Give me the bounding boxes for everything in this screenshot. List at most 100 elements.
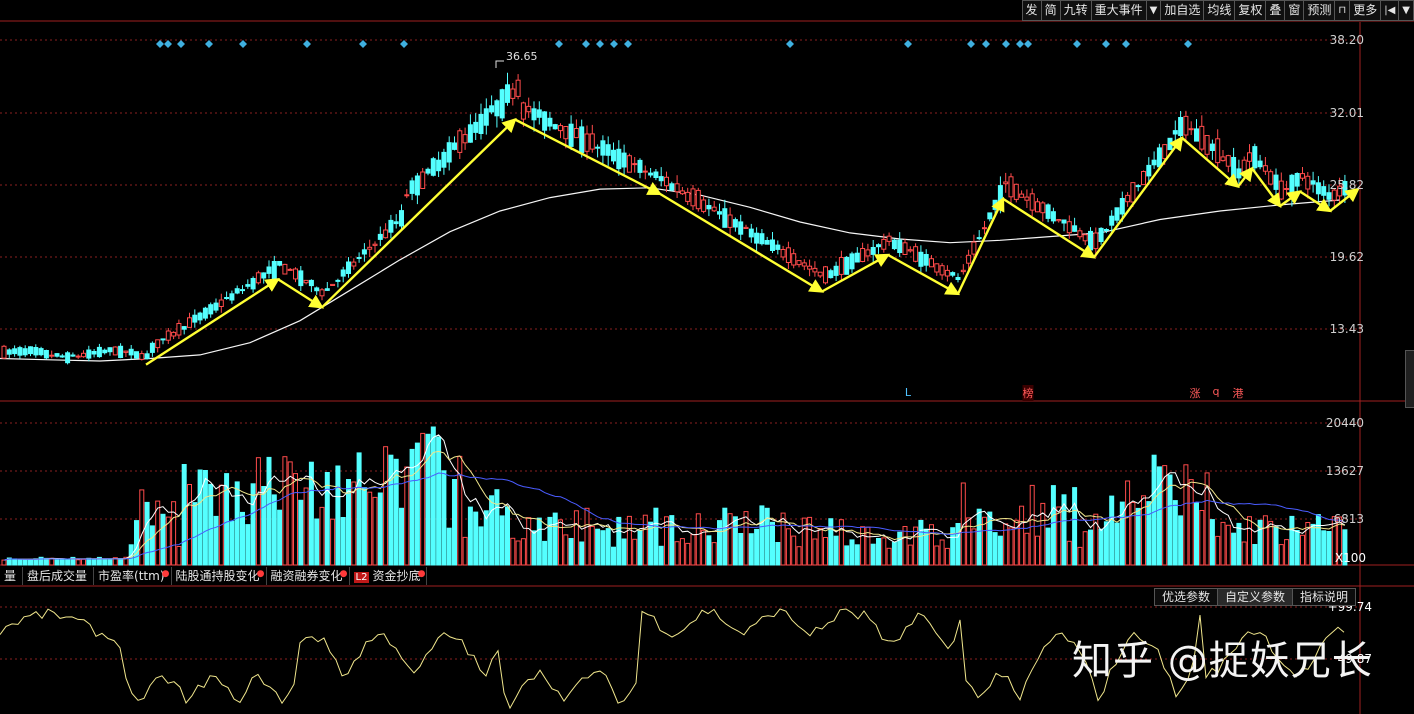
candle-body <box>229 293 235 301</box>
volume-bar <box>918 519 924 566</box>
candle-body <box>1315 182 1321 195</box>
candle-body <box>1268 171 1274 185</box>
candle-body <box>955 277 961 280</box>
vertical-scroll-handle[interactable] <box>1405 350 1414 408</box>
volume-bar <box>621 538 627 566</box>
tab-volume[interactable]: 量 <box>0 567 24 585</box>
candle-body <box>690 188 696 207</box>
volume-bar <box>748 533 754 566</box>
volume-bar <box>473 511 479 566</box>
add-watchlist-button[interactable]: 加自选 <box>1160 0 1204 21</box>
back-to-start-icon[interactable]: |◀ <box>1380 0 1399 21</box>
tab-after-hours-volume[interactable]: 盘后成交量 <box>23 567 95 585</box>
candle-body <box>579 126 585 154</box>
candle-body <box>717 211 722 215</box>
candle-body <box>881 238 887 250</box>
volume-bar <box>149 525 155 566</box>
signal-diamond-icon <box>205 40 213 48</box>
volume-bar <box>494 489 500 566</box>
volume-bar <box>1220 521 1226 566</box>
volume-bar <box>997 535 1003 566</box>
candle-body <box>754 232 760 244</box>
volume-bar <box>727 513 733 566</box>
candle-body <box>929 258 934 268</box>
volume-bar <box>934 545 940 566</box>
tab-indicator-help[interactable]: 指标说明 <box>1291 588 1356 606</box>
volume-bar <box>584 507 590 566</box>
event-marker-q[interactable]: q <box>1213 385 1220 398</box>
tab-capital-bottom[interactable]: L2 资金抄底 ● <box>350 567 428 585</box>
volume-bar <box>1156 466 1162 566</box>
moving-average-button[interactable]: 均线 <box>1203 0 1235 21</box>
candle-body <box>1008 176 1014 198</box>
candle-body <box>128 348 134 356</box>
volume-bar <box>732 516 738 566</box>
candle-body <box>1326 192 1332 200</box>
dropdown-triangle-icon[interactable]: ▼ <box>1145 0 1161 21</box>
tab-optimal-params[interactable]: 优选参数 <box>1153 588 1217 606</box>
candle-body <box>409 180 415 194</box>
event-marker-zhang[interactable]: 涨 <box>1190 385 1201 401</box>
volume-bar <box>420 432 426 566</box>
more-button[interactable]: 更多 <box>1349 0 1381 21</box>
candle-body <box>340 269 346 277</box>
candle-body <box>457 130 463 153</box>
candle-body <box>86 349 92 359</box>
volume-bar <box>992 532 998 566</box>
stock-chart <box>0 20 1414 714</box>
tab-pe-ttm[interactable]: 市盈率(ttm) ● <box>94 567 172 585</box>
window-button[interactable]: 窗 <box>1284 0 1304 21</box>
volume-axis-label: 20440 <box>1325 416 1364 430</box>
volume-bar <box>860 526 866 566</box>
candle-body <box>107 347 113 353</box>
candle-body <box>446 142 452 163</box>
signal-diamond-icon <box>786 40 794 48</box>
volume-bar <box>536 517 542 566</box>
candle-body <box>361 249 367 255</box>
volume-bar <box>192 502 198 566</box>
volume-bar <box>505 506 510 566</box>
forecast-button[interactable]: 预测 <box>1303 0 1335 21</box>
volume-bar <box>1326 531 1332 566</box>
candle-body <box>388 219 394 233</box>
candle-body <box>293 268 298 280</box>
volume-bar <box>552 512 558 566</box>
volume-bar <box>796 546 802 566</box>
candle-body <box>1082 234 1088 242</box>
candle-body <box>1220 156 1226 162</box>
tab-margin-trading[interactable]: 融资融券变化 ● <box>267 567 350 585</box>
expand-down-icon[interactable]: ▼ <box>1398 0 1414 21</box>
volume-bar <box>441 470 447 566</box>
candle-body <box>176 323 182 336</box>
lock-icon[interactable]: ⊓ <box>1334 0 1350 21</box>
candle-body <box>860 248 866 262</box>
candle-body <box>123 350 129 353</box>
fa-button[interactable]: 发 <box>1021 0 1041 21</box>
jian-button[interactable]: 简 <box>1040 0 1060 21</box>
candle-body <box>1109 215 1115 226</box>
volume-bar <box>489 495 495 566</box>
volume-bar <box>1252 544 1258 566</box>
volume-bar <box>812 538 818 566</box>
event-marker-l[interactable]: L <box>905 386 911 399</box>
volume-bar <box>701 529 707 566</box>
jiuzhuan-button[interactable]: 九转 <box>1059 0 1091 21</box>
volume-bar <box>828 518 834 566</box>
event-marker-bang[interactable]: 榜 <box>1022 385 1034 401</box>
candle-body <box>1050 211 1056 222</box>
volume-bar <box>22 559 28 566</box>
candle-body <box>96 346 102 358</box>
tab-custom-params[interactable]: 自定义参数 <box>1216 588 1292 606</box>
volume-bar <box>1082 531 1088 566</box>
tab-northbound-holding[interactable]: 陆股通持股变化 ● <box>172 567 267 585</box>
volume-bar <box>1 559 7 566</box>
overlay-button[interactable]: 叠 <box>1265 0 1285 21</box>
volume-bar <box>1008 527 1014 566</box>
candle-body <box>674 183 680 193</box>
volume-axis-label: 6813 <box>1333 512 1364 526</box>
major-events-button[interactable]: 重大事件 <box>1090 0 1146 21</box>
volume-bar <box>81 558 86 566</box>
event-marker-gang[interactable]: 港 <box>1233 385 1244 401</box>
candle-body <box>897 239 903 253</box>
adjust-price-button[interactable]: 复权 <box>1234 0 1266 21</box>
